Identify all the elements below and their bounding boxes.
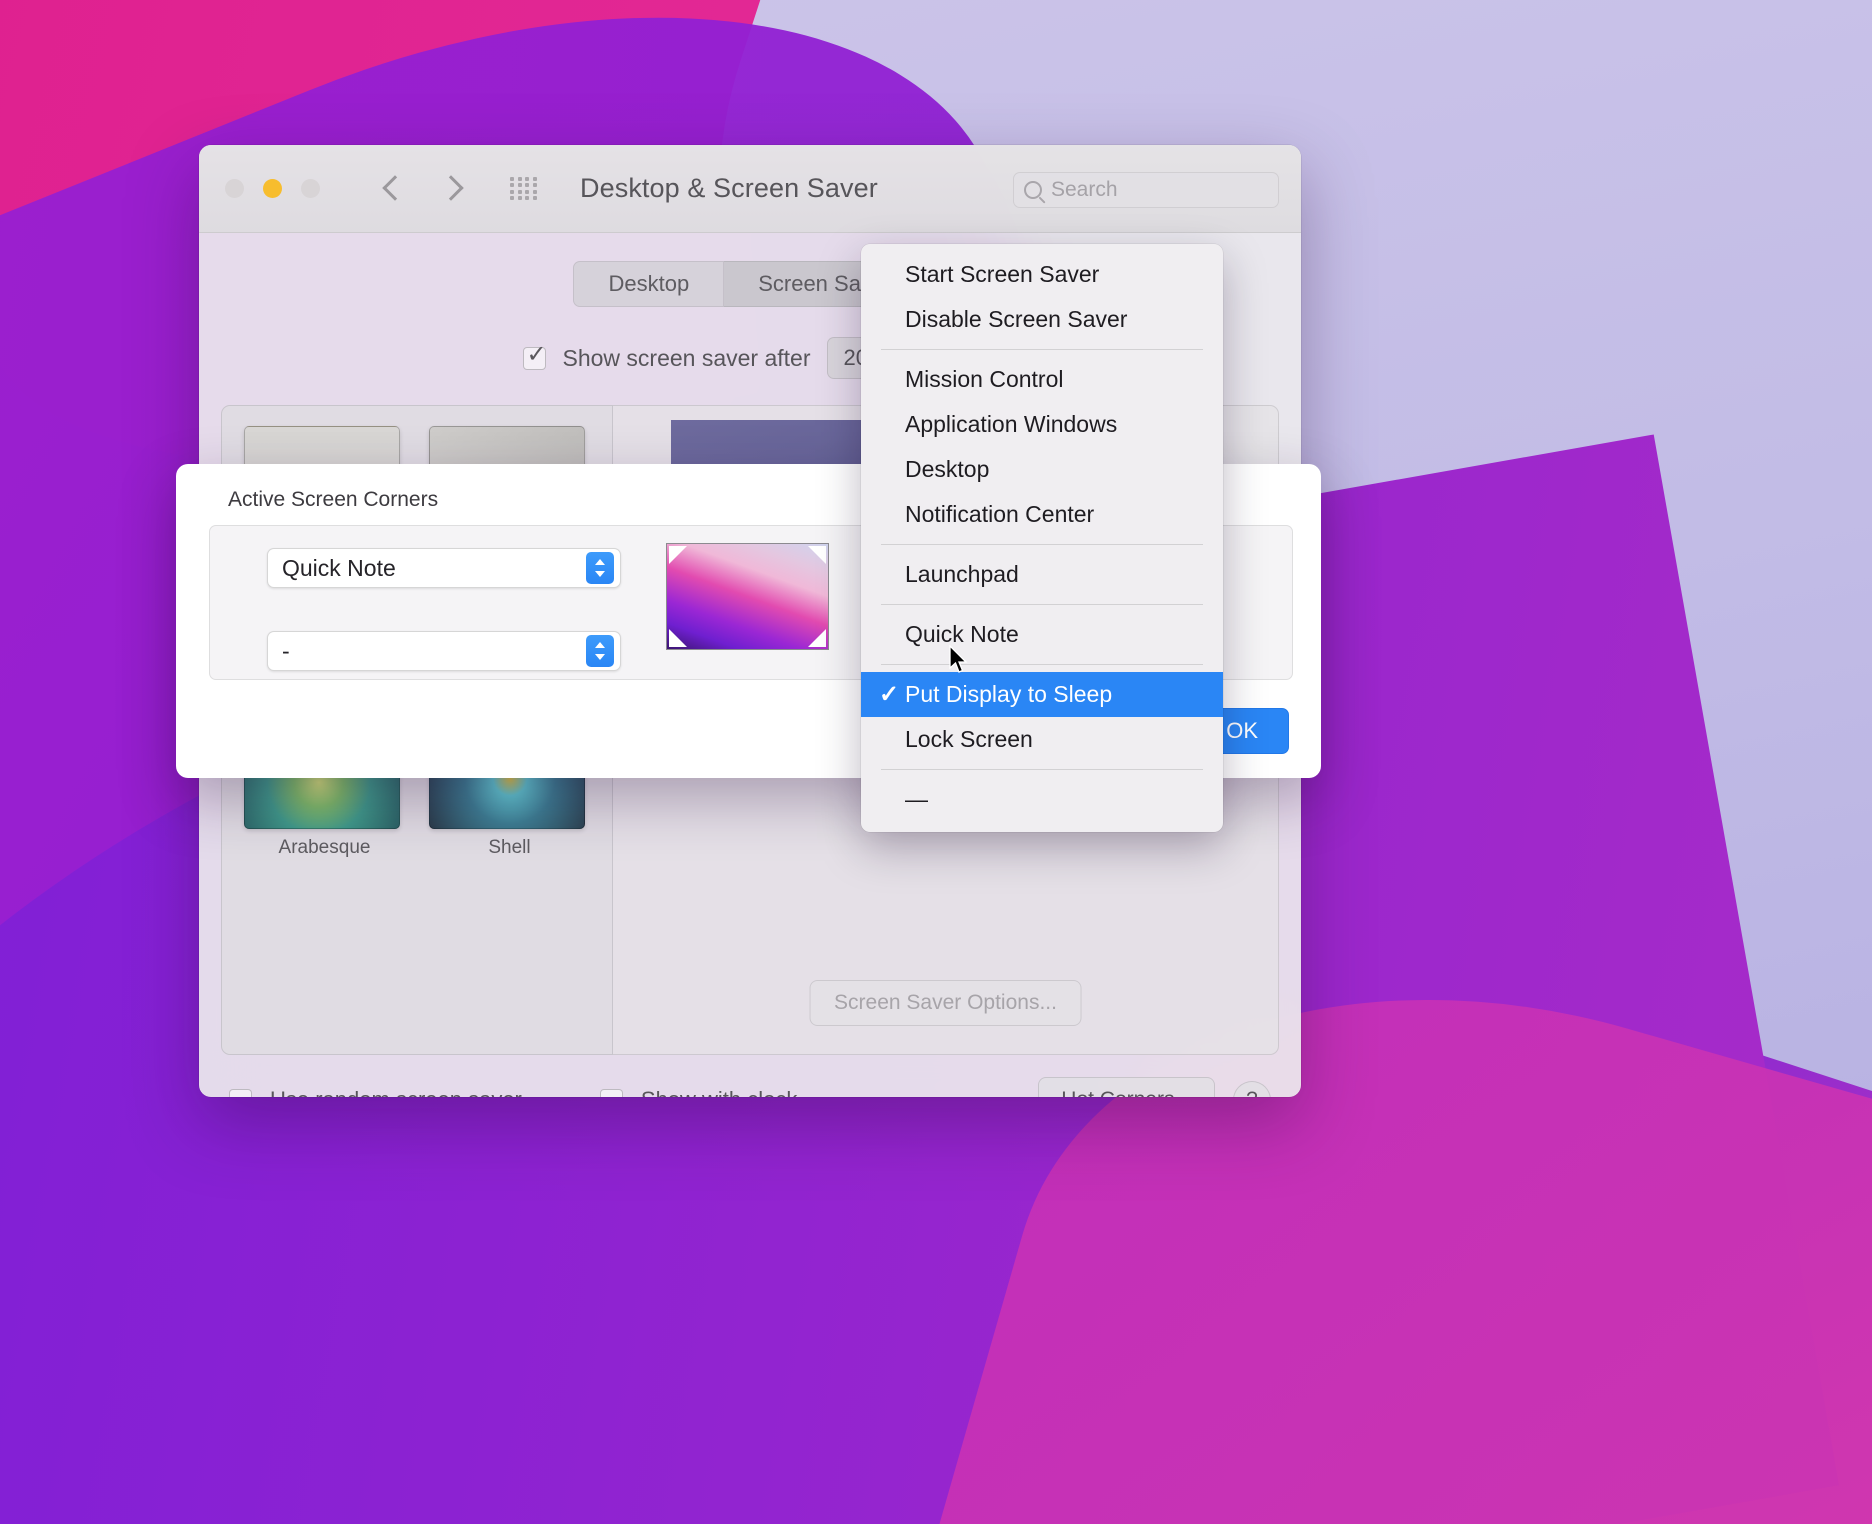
use-random-screen-saver-checkbox[interactable] bbox=[229, 1088, 252, 1097]
screen-saver-name: Shell bbox=[488, 837, 531, 858]
bottom-left-corner-select[interactable]: - bbox=[267, 631, 621, 671]
menu-item-label: Application Windows bbox=[905, 411, 1118, 437]
menu-item-start-screen-saver[interactable]: Start Screen Saver bbox=[861, 252, 1223, 297]
show-with-clock-checkbox[interactable] bbox=[599, 1088, 623, 1097]
menu-item-label: Quick Note bbox=[905, 621, 1019, 647]
menu-separator bbox=[881, 769, 1203, 770]
search-input[interactable]: Search bbox=[1013, 172, 1279, 208]
show-screen-saver-after-label: Show screen saver after bbox=[562, 344, 811, 371]
search-icon bbox=[1024, 181, 1042, 199]
menu-item-label: Notification Center bbox=[905, 501, 1095, 527]
minimize-button[interactable] bbox=[263, 179, 282, 198]
corner-marker-top-left bbox=[669, 546, 687, 564]
menu-item-label: Launchpad bbox=[905, 561, 1019, 587]
show-all-grid-icon[interactable] bbox=[510, 176, 538, 201]
bottom-left-corner-value: - bbox=[282, 637, 290, 664]
menu-item-quick-note[interactable]: Quick Note bbox=[861, 612, 1223, 657]
menu-item-notification-center[interactable]: Notification Center bbox=[861, 492, 1223, 537]
help-button[interactable]: ? bbox=[1233, 1081, 1271, 1097]
corner-marker-top-right bbox=[808, 546, 826, 564]
navigation-buttons bbox=[382, 172, 462, 206]
menu-item-disable-screen-saver[interactable]: Disable Screen Saver bbox=[861, 297, 1223, 342]
forward-chevron-icon[interactable] bbox=[440, 172, 462, 206]
menu-item-mission-control[interactable]: Mission Control bbox=[861, 357, 1223, 402]
menu-separator bbox=[881, 664, 1203, 665]
chevron-updown-icon[interactable] bbox=[586, 635, 614, 667]
tab-desktop[interactable]: Desktop bbox=[573, 261, 725, 307]
screen-saver-options-button[interactable]: Screen Saver Options... bbox=[809, 980, 1082, 1026]
hot-corners-button[interactable]: Hot Corners... bbox=[1038, 1077, 1215, 1097]
menu-item-label: Lock Screen bbox=[905, 726, 1033, 752]
back-chevron-icon[interactable] bbox=[382, 172, 404, 206]
chevron-updown-icon[interactable] bbox=[586, 552, 614, 584]
search-placeholder: Search bbox=[1051, 178, 1118, 201]
menu-item-desktop[interactable]: Desktop bbox=[861, 447, 1223, 492]
preferences-bottom-bar: Use random screen saver Show with clock … bbox=[221, 1077, 1279, 1097]
show-with-clock-label: Show with clock bbox=[641, 1087, 798, 1097]
window-titlebar: Desktop & Screen Saver Search bbox=[199, 145, 1301, 233]
traffic-lights bbox=[225, 179, 320, 198]
menu-item-label: Desktop bbox=[905, 456, 990, 482]
page-title: Desktop & Screen Saver bbox=[580, 173, 878, 203]
screen-corners-preview bbox=[666, 543, 829, 650]
menu-item-label: Start Screen Saver bbox=[905, 261, 1100, 287]
corner-marker-bottom-right bbox=[808, 629, 826, 647]
close-button[interactable] bbox=[225, 179, 244, 198]
menu-item-put-display-to-sleep[interactable]: ✓ Put Display to Sleep bbox=[861, 672, 1223, 717]
menu-separator bbox=[881, 604, 1203, 605]
show-screen-saver-after-checkbox[interactable] bbox=[523, 343, 547, 370]
use-random-screen-saver-label: Use random screen saver bbox=[270, 1087, 522, 1097]
checkmark-icon: ✓ bbox=[879, 681, 900, 708]
menu-item-launchpad[interactable]: Launchpad bbox=[861, 552, 1223, 597]
menu-item-label: — bbox=[905, 786, 928, 812]
menu-item-label: Mission Control bbox=[905, 366, 1064, 392]
menu-item-none[interactable]: — bbox=[861, 777, 1223, 822]
menu-item-application-windows[interactable]: Application Windows bbox=[861, 402, 1223, 447]
menu-item-lock-screen[interactable]: Lock Screen bbox=[861, 717, 1223, 762]
menu-separator bbox=[881, 349, 1203, 350]
mouse-cursor bbox=[949, 645, 968, 673]
menu-item-label: Disable Screen Saver bbox=[905, 306, 1128, 332]
corner-marker-bottom-left bbox=[669, 629, 687, 647]
menu-separator bbox=[881, 544, 1203, 545]
top-left-corner-select[interactable]: Quick Note bbox=[267, 548, 621, 588]
hot-corner-action-menu: Start Screen Saver Disable Screen Saver … bbox=[861, 244, 1223, 832]
screen-saver-name: Arabesque bbox=[278, 837, 371, 858]
menu-item-label: Put Display to Sleep bbox=[905, 681, 1113, 707]
top-left-corner-value: Quick Note bbox=[282, 554, 396, 581]
zoom-button[interactable] bbox=[301, 179, 320, 198]
